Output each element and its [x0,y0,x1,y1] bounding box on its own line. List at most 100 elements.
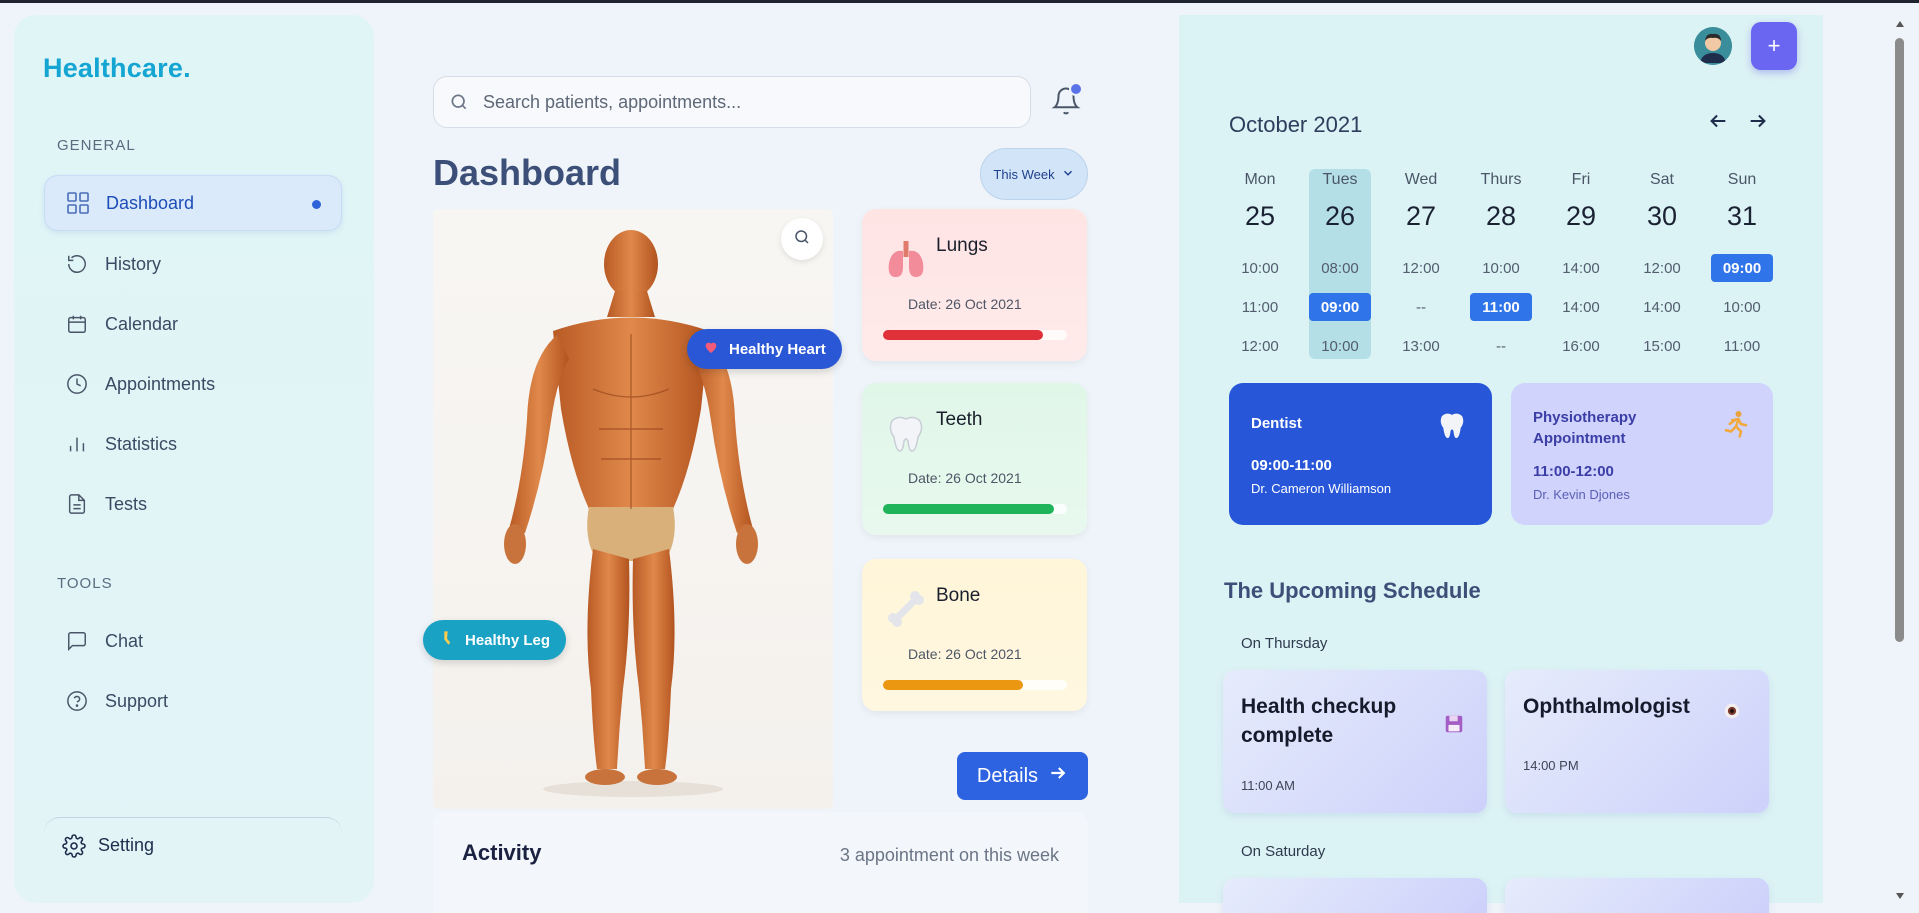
calendar-day-header[interactable]: Wed 27 [1381,171,1461,232]
day-date: 31 [1726,201,1758,231]
time-slot[interactable]: 16:00 [1550,332,1612,360]
time-slot[interactable]: 09:00 [1309,293,1371,321]
history-icon [65,252,89,276]
sidebar-item-dashboard[interactable]: Dashboard [44,175,342,231]
avatar[interactable] [1694,27,1732,65]
day-date: 28 [1485,201,1517,231]
appointment-doctor: Dr. Cameron Williamson [1251,481,1392,496]
sidebar-item-tests[interactable]: Tests [44,476,342,532]
sidebar-item-calendar[interactable]: Calendar [44,296,342,352]
details-label: Details [976,764,1039,787]
time-slot[interactable]: 11:00 [1711,332,1773,360]
organ-date: Date: 26 Oct 2021 [908,470,1022,486]
schedule-day-label: On Thursday [1241,635,1328,652]
appointment-card-dentist[interactable]: Dentist 09:00-11:00 Dr. Cameron Williams… [1229,383,1492,525]
day-name: Tues [1322,171,1358,188]
progress-bar [883,504,1067,514]
add-button[interactable]: + [1751,22,1797,70]
time-slot[interactable]: 13:00 [1390,332,1452,360]
sidebar-item-statistics[interactable]: Statistics [44,416,342,472]
sidebar-item-label: Appointments [105,373,216,394]
schedule-time: 11:00 AM [1241,778,1295,793]
time-slot[interactable]: 09:00 [1711,254,1773,282]
day-date: 26 [1324,201,1356,231]
sidebar-item-chat[interactable]: Chat [44,613,342,669]
day-date: 25 [1244,201,1276,231]
document-icon [65,492,89,516]
tooth-icon [884,411,928,455]
organ-name: Bone [936,585,981,606]
setting-label: Setting [98,835,155,855]
time-slot[interactable]: 10:00 [1309,332,1371,360]
tools-section-label: TOOLS [57,575,113,592]
anatomy-figure [433,209,833,809]
time-slot[interactable]: 12:00 [1631,254,1693,282]
time-slot[interactable]: 10:00 [1470,254,1532,282]
help-icon [65,689,89,713]
plus-icon: + [1767,33,1781,58]
time-slot[interactable]: 12:00 [1390,254,1452,282]
time-slot[interactable]: 11:00 [1470,293,1532,321]
organ-card-teeth[interactable]: Teeth Date: 26 Oct 2021 [862,383,1087,535]
calendar-day-header[interactable]: Thurs 28 [1461,171,1541,232]
appointment-title: Physiotherapy Appointment [1533,409,1637,447]
app-logo[interactable]: Healthcare. [43,53,191,84]
time-slot[interactable]: 08:00 [1309,254,1371,282]
zoom-button[interactable] [781,218,823,260]
day-date: 30 [1646,201,1678,231]
organ-date: Date: 26 Oct 2021 [908,296,1022,312]
schedule-title: Ophthalmologist [1523,695,1690,718]
time-slot[interactable]: -- [1470,332,1532,360]
period-dropdown[interactable]: This Week [980,148,1088,200]
window-top-bar [0,0,1919,3]
search-bar [433,76,1031,128]
time-slot[interactable]: 12:00 [1229,332,1291,360]
search-input[interactable] [483,91,1003,113]
time-slot[interactable]: 15:00 [1631,332,1693,360]
time-slot[interactable]: 10:00 [1711,293,1773,321]
sidebar-item-label: Chat [105,630,144,651]
organ-card-bone[interactable]: Bone Date: 26 Oct 2021 [862,559,1087,711]
sidebar-item-support[interactable]: Support [44,673,342,729]
schedule-card[interactable] [1223,878,1487,913]
time-slot[interactable]: 14:00 [1550,293,1612,321]
schedule-card[interactable] [1505,878,1769,913]
search-icon [449,92,469,112]
calendar-day-header[interactable]: Sun 31 [1702,171,1782,232]
time-slot[interactable]: 11:00 [1229,293,1291,321]
calendar-day-header[interactable]: Mon 25 [1220,171,1300,232]
arrow-right-icon[interactable] [1745,108,1771,134]
setting-button[interactable]: Setting [44,817,342,873]
search-icon [793,228,811,251]
details-button[interactable]: Details [957,752,1088,800]
period-dropdown-label: This Week [993,166,1055,182]
appointment-doctor: Dr. Kevin Djones [1533,487,1630,502]
schedule-time: 14:00 PM [1523,758,1579,773]
calendar-day-header[interactable]: Sat 30 [1622,171,1702,232]
time-slot[interactable]: -- [1390,293,1452,321]
appointment-card-physiotherapy[interactable]: Physiotherapy Appointment 11:00-12:00 Dr… [1511,383,1773,525]
healthy-leg-tag[interactable]: Healthy Leg [423,620,567,660]
active-indicator-dot [312,200,321,209]
healthy-heart-tag[interactable]: Healthy Heart [687,329,842,369]
sidebar-item-label: Tests [105,493,148,514]
scrollbar-thumb[interactable] [1895,38,1904,642]
schedule-card-health-checkup[interactable]: Health checkup complete 11:00 AM [1223,670,1487,813]
upcoming-schedule-title: The Upcoming Schedule [1224,578,1481,603]
chat-icon [65,629,89,653]
organ-card-lungs[interactable]: Lungs Date: 26 Oct 2021 [862,209,1087,361]
calendar-day-header[interactable]: Tues 26 [1300,171,1380,232]
progress-fill [883,680,1023,690]
appointment-title: Dentist [1251,415,1302,432]
organ-date: Date: 26 Oct 2021 [908,646,1022,662]
sidebar-item-history[interactable]: History [44,236,342,292]
time-slot[interactable]: 10:00 [1229,254,1291,282]
time-slot[interactable]: 14:00 [1550,254,1612,282]
time-slot[interactable]: 14:00 [1631,293,1693,321]
day-name: Sat [1649,171,1674,188]
schedule-card-ophthalmologist[interactable]: Ophthalmologist 14:00 PM [1505,670,1769,813]
arrow-left-icon[interactable] [1705,108,1731,134]
schedule-day-label: On Saturday [1241,843,1326,860]
calendar-day-header[interactable]: Fri 29 [1541,171,1621,232]
sidebar-item-appointments[interactable]: Appointments [44,356,342,412]
